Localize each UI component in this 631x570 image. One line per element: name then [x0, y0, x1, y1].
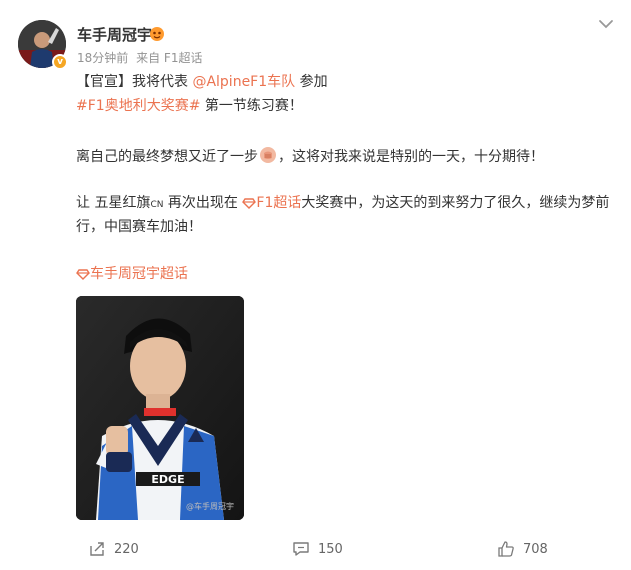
- post-text: 让 五星红旗: [76, 195, 151, 211]
- post-line-3: 离自己的最终梦想又近了一步 ，这将对我来说是特别的一天，十分期待！: [76, 146, 544, 167]
- supertopic-card-link[interactable]: 车手周冠宇超话: [76, 264, 188, 284]
- share-icon: [90, 542, 104, 556]
- post-line-1: 【官宣】我将代表 @AlpineF1车队 参加: [76, 72, 328, 92]
- weibo-post-card: v 车手周冠宇 18分钟前 来自 F1超话 【官宣】我将代表 @AlpineF1…: [0, 0, 631, 570]
- chevron-down-icon[interactable]: [596, 16, 616, 32]
- post-text: 【官宣】我将代表: [76, 74, 193, 90]
- post-text: 再次出现在: [163, 195, 243, 211]
- diamond-icon: [76, 269, 90, 280]
- thumbs-up-icon: [498, 541, 514, 557]
- post-text: ，这将对我来说是特别的一天，十分期待！: [278, 149, 544, 165]
- like-count: 708: [523, 541, 548, 557]
- verified-badge-icon: v: [52, 54, 68, 70]
- post-text: 参加: [295, 74, 328, 90]
- post-line-4: 让 五星红旗CN 再次出现在 F1超话大奖赛中，为这天的到来努力了很久，继续为梦…: [76, 193, 609, 215]
- post-source[interactable]: 来自 F1超话: [136, 51, 202, 65]
- comment-icon: [293, 542, 309, 556]
- comment-count: 150: [318, 541, 343, 557]
- fan-badge-icon: [150, 27, 164, 41]
- username[interactable]: 车手周冠宇: [77, 24, 152, 45]
- suit-logo-text: EDGE: [151, 473, 184, 486]
- post-text: 离自己的最终梦想又近了一步: [76, 149, 258, 165]
- supertopic-link[interactable]: F1超话: [242, 195, 301, 211]
- post-text: 行，中国赛车加油！: [76, 219, 202, 235]
- diamond-icon: [242, 198, 257, 209]
- comment-button[interactable]: 150: [292, 539, 343, 559]
- post-meta: 18分钟前 来自 F1超话: [77, 49, 202, 66]
- mention-link[interactable]: @AlpineF1车队: [192, 74, 295, 90]
- post-photo[interactable]: EDGE @车手周冠宇: [76, 296, 244, 520]
- supertopic-card-label: 车手周冠宇超话: [90, 266, 188, 282]
- fist-emoji-icon: [260, 147, 276, 163]
- post-line-2: #F1奥地利大奖赛# 第一节练习赛！: [76, 96, 303, 116]
- post-line-5: 行，中国赛车加油！: [76, 217, 202, 237]
- flag-cn: CN: [150, 200, 164, 210]
- post-text: 第一节练习赛！: [200, 98, 303, 114]
- driver-portrait-image: EDGE: [76, 296, 244, 520]
- post-time[interactable]: 18分钟前: [77, 51, 128, 65]
- supertopic-label: F1超话: [256, 195, 302, 211]
- topic-link[interactable]: #F1奥地利大奖赛#: [76, 98, 200, 114]
- like-button[interactable]: 708: [497, 539, 548, 559]
- repost-count: 220: [114, 541, 139, 557]
- repost-button[interactable]: 220: [88, 539, 139, 559]
- photo-watermark: @车手周冠宇: [186, 502, 234, 511]
- post-text: 大奖赛中，为这天的到来努力了很久，继续为梦前: [301, 195, 610, 211]
